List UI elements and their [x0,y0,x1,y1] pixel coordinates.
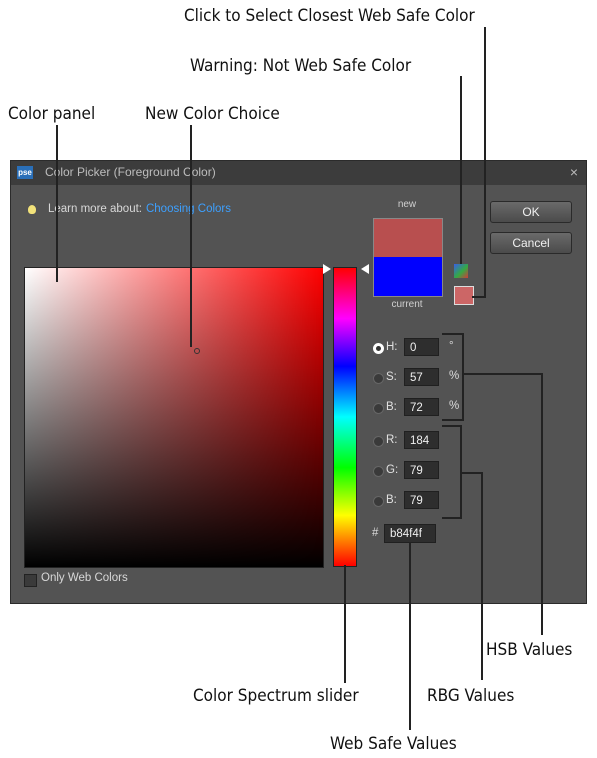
color-picker-marker[interactable] [194,348,200,354]
ok-button[interactable]: OK [490,201,572,223]
brightness-radio[interactable] [373,403,384,414]
red-radio[interactable] [373,436,384,447]
callout-rbg-values: RBG Values [427,686,515,706]
green-input[interactable]: 79 [404,461,439,479]
only-web-colors-checkbox[interactable] [24,574,37,587]
leader-color-panel [56,125,58,282]
leader-spectrum [344,565,346,683]
leader-web-safe-values [409,542,411,730]
leader-websafe-select-horizontal [472,296,486,298]
brightness-input[interactable]: 72 [404,398,439,416]
bracket-hsb-bottom [442,419,464,421]
callout-web-safe-values: Web Safe Values [330,734,457,754]
saturation-radio[interactable] [373,373,384,384]
color-spectrum-slider[interactable] [333,267,357,567]
bracket-rgb-top [442,425,462,427]
green-label: G: [386,464,399,476]
callout-new-color: New Color Choice [145,104,280,124]
hue-unit: ° [449,340,454,352]
saturation-input[interactable]: 57 [404,368,439,386]
close-icon[interactable]: × [570,164,578,180]
blue-label: B: [386,494,397,506]
learn-more-label: Learn more about: [48,203,142,215]
callout-websafe-select: Click to Select Closest Web Safe Color [184,6,475,26]
saturation-unit: % [449,370,460,382]
new-color-swatch [373,218,443,257]
leader-rgb-horizontal [461,472,483,474]
hue-label: H: [386,341,398,353]
app-icon: pse [17,166,33,179]
leader-websafe-select-vertical [484,27,486,298]
lightbulb-icon [28,205,36,214]
bracket-hsb-top [442,333,464,335]
green-radio[interactable] [373,466,384,477]
blue-input[interactable]: 79 [404,491,439,509]
blue-radio[interactable] [373,496,384,507]
bracket-rgb-bottom [442,517,462,519]
leader-hsb-vertical [541,373,543,635]
red-label: R: [386,434,398,446]
current-label: current [391,299,423,310]
spectrum-slider-right-arrow[interactable] [361,264,369,274]
callout-hsb-values: HSB Values [486,640,573,660]
choosing-colors-link[interactable]: Choosing Colors [146,203,231,215]
leader-rgb-vertical [481,472,483,680]
spectrum-slider-left-arrow[interactable] [323,264,331,274]
color-picker-dialog: pse Color Picker (Foreground Color) × Le… [10,160,587,604]
color-field[interactable] [24,267,324,568]
leader-new-color [190,125,192,347]
hex-input[interactable]: b84f4f [384,524,436,543]
leader-warning [460,76,462,264]
leader-hsb-horizontal [463,373,543,375]
cube-warning-icon [454,264,468,278]
new-label: new [397,199,417,210]
bracket-hsb-vertical [462,333,464,421]
learn-more: Learn more about: Choosing Colors [48,203,231,215]
cancel-button[interactable]: Cancel [490,232,572,254]
web-safe-color-swatch[interactable] [454,286,474,305]
red-input[interactable]: 184 [404,431,439,449]
callout-color-panel: Color panel [8,104,96,124]
hue-input[interactable]: 0 [404,338,439,356]
hex-prefix: # [372,527,379,539]
current-color-swatch[interactable] [373,257,443,297]
only-web-colors-label: Only Web Colors [41,572,128,584]
callout-warning: Warning: Not Web Safe Color [190,56,412,76]
callout-spectrum: Color Spectrum slider [193,686,359,706]
title-bar: pse Color Picker (Foreground Color) × [11,161,586,185]
hue-radio[interactable] [373,343,384,354]
brightness-label: B: [386,401,397,413]
brightness-unit: % [449,400,460,412]
saturation-label: S: [386,371,397,383]
